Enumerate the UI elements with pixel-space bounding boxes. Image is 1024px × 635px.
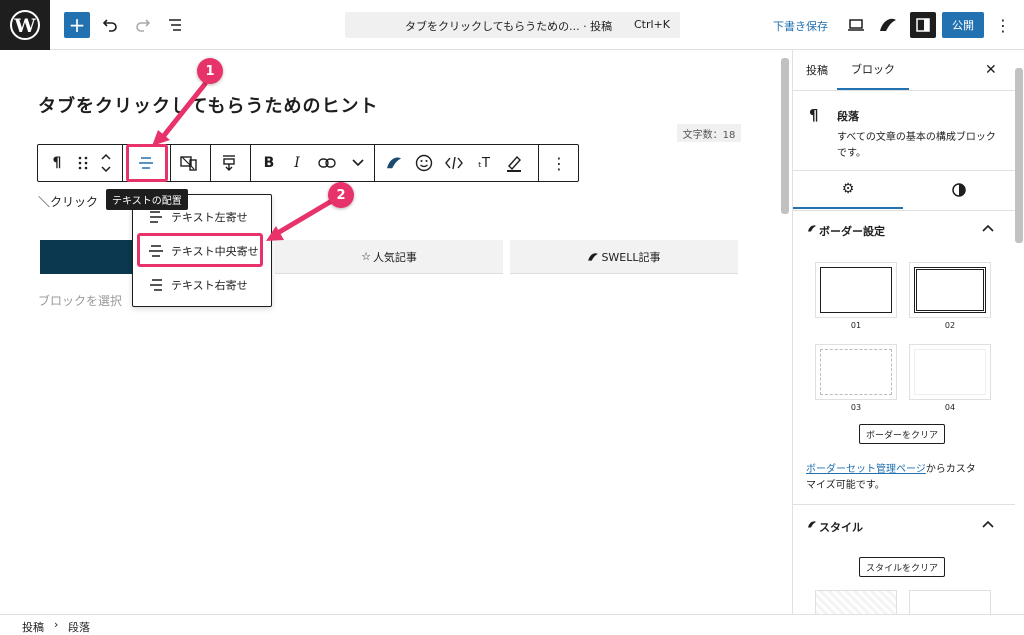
chevron-up-icon[interactable]: [982, 224, 994, 232]
step-badge-1: 1: [197, 58, 223, 84]
swell-section-icon: [808, 225, 816, 232]
block-description-1: すべての文章の基本の構成ブロック: [837, 132, 996, 143]
border-note-text-2: マイズ可能です。: [806, 480, 885, 491]
breadcrumb-item-paragraph[interactable]: 段落: [68, 619, 90, 635]
settings-sidebar: 投稿 ブロック ✕ ¶ 段落 すべての文章の基本の構成ブロック です。 ⚙ ボー…: [792, 50, 1024, 614]
style-option[interactable]: [815, 590, 897, 614]
paragraph-block-icon: ¶: [809, 106, 819, 124]
settings-gear-icon[interactable]: ⚙: [793, 171, 903, 209]
chevron-right-icon: ›: [54, 618, 59, 631]
style-section-title[interactable]: スタイル: [819, 519, 863, 535]
editor-scrollbar[interactable]: [781, 58, 789, 214]
close-icon[interactable]: ✕: [985, 50, 997, 90]
sidebar-scrollbar[interactable]: [1015, 68, 1023, 243]
border-option-label: 02: [944, 321, 956, 330]
border-section-title[interactable]: ボーダー設定: [819, 223, 885, 239]
border-option-04[interactable]: [909, 344, 991, 400]
block-name: 段落: [837, 110, 859, 123]
tab-post[interactable]: 投稿: [806, 50, 828, 90]
breadcrumb: 投稿 › 段落: [0, 614, 1024, 635]
border-option-01[interactable]: [815, 262, 897, 318]
clear-border-button[interactable]: ボーダーをクリア: [859, 424, 945, 444]
style-option[interactable]: [909, 590, 991, 614]
border-option-label: 04: [944, 403, 956, 412]
border-manage-link[interactable]: ボーダーセット管理ページ: [806, 464, 926, 475]
border-note-text-1: からカスタ: [925, 464, 976, 475]
border-option-02[interactable]: [909, 262, 991, 318]
styles-half-circle-icon[interactable]: [903, 171, 1015, 209]
clear-style-button[interactable]: スタイルをクリア: [859, 557, 945, 577]
border-option-label: 03: [850, 403, 862, 412]
swell-section-icon: [808, 521, 816, 528]
chevron-up-icon[interactable]: [982, 520, 994, 528]
tab-block[interactable]: ブロック: [837, 50, 909, 90]
breadcrumb-item-post[interactable]: 投稿: [22, 619, 44, 635]
border-option-label: 01: [850, 321, 862, 330]
border-note: ボーダーセット管理ページからカスタ マイズ可能です。: [806, 462, 1006, 494]
border-option-03[interactable]: [815, 344, 897, 400]
block-description-2: です。: [837, 148, 866, 159]
step-badge-2: 2: [328, 182, 354, 208]
